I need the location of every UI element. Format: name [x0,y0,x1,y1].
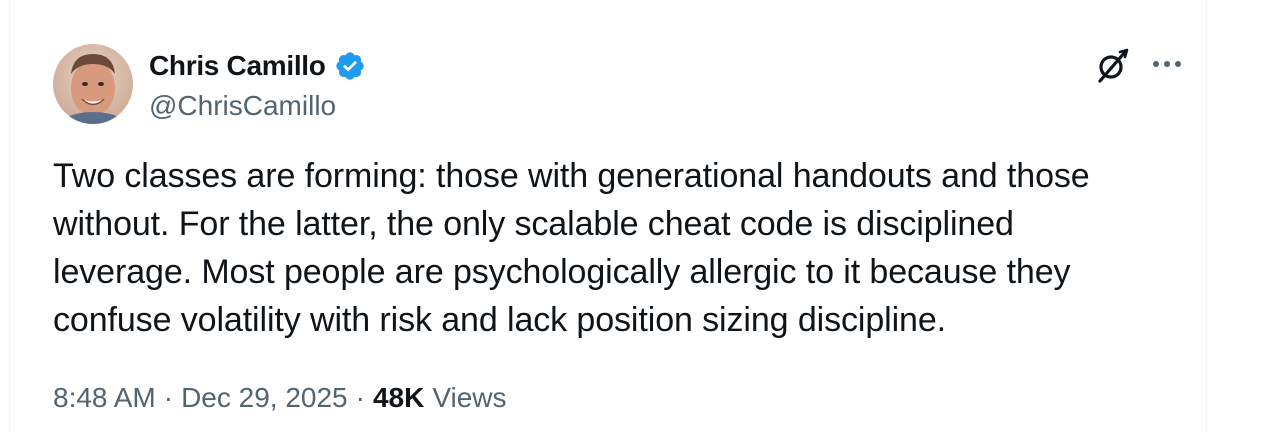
avatar[interactable] [53,44,133,124]
author-handle[interactable]: @ChrisCamillo [149,88,336,124]
more-options-icon[interactable] [1147,44,1187,84]
meta-separator-2: · [355,382,365,413]
verified-badge-icon[interactable] [334,50,366,82]
meta-separator: · [163,382,174,413]
avatar-image [53,44,133,124]
author-name-row: Chris Camillo [149,48,366,84]
tweet-text: Two classes are forming: those with gene… [53,157,1090,339]
grok-icon[interactable] [1090,44,1134,88]
author-display-name[interactable]: Chris Camillo [149,48,326,84]
tweet-meta: 8:48 AM · Dec 29, 2025 · 48K Views [53,378,507,418]
views-count[interactable]: 48K [373,378,424,418]
tweet-date[interactable]: Dec 29, 2025 [181,378,348,418]
tweet-time[interactable]: 8:48 AM [53,378,156,418]
views-label[interactable]: Views [432,378,506,418]
tweet-card: Chris Camillo @ChrisCamillo Two classes … [9,0,1207,432]
